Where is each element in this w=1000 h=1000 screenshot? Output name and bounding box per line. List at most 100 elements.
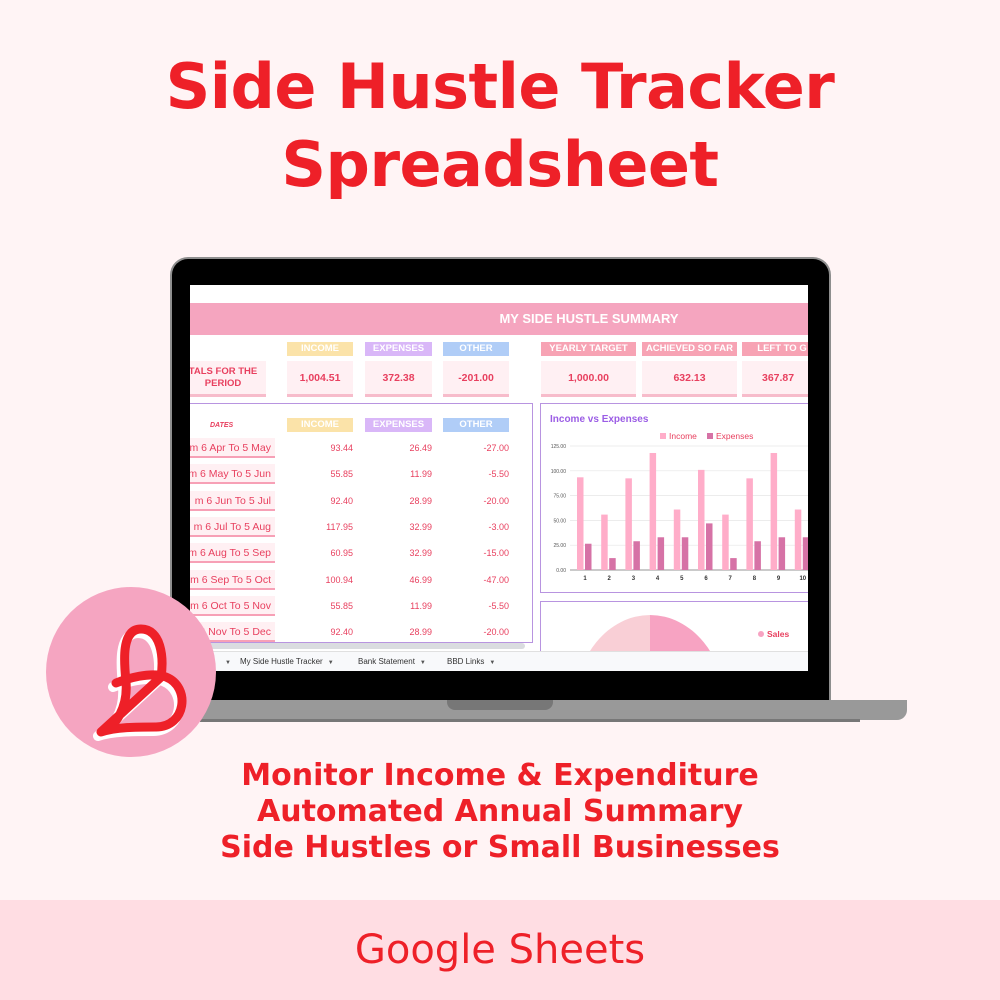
features-list: Monitor Income & Expenditure Automated A… xyxy=(0,758,1000,866)
dropdown-arrow-icon: ▼ xyxy=(489,660,496,666)
dropdown-arrow-icon: ▼ xyxy=(327,660,334,666)
footer-banner: Google Sheets xyxy=(0,900,1000,1000)
y-tick-label: 75.00 xyxy=(553,494,566,500)
x-tick-label: 8 xyxy=(753,576,757,582)
bar-expenses-4 xyxy=(657,537,665,570)
sheet-tab-bank-statement[interactable]: Bank Statement ▼ xyxy=(358,657,426,666)
table-row-other: -3.00 xyxy=(488,521,509,532)
totals-income-value: 1,004.51 xyxy=(287,361,353,397)
left-to-go-header: LEFT TO G xyxy=(742,342,808,356)
y-tick-label: 125.00 xyxy=(551,444,567,450)
bar-income-2 xyxy=(601,514,608,570)
table-row-income: 100.94 xyxy=(325,574,353,585)
x-tick-label: 7 xyxy=(729,576,733,582)
table-row-other: -20.00 xyxy=(483,627,509,638)
table-row-income: 55.85 xyxy=(330,600,353,611)
dropdown-arrow-icon: ▼ xyxy=(419,660,426,666)
bar-expenses-5 xyxy=(681,537,689,570)
pie-legend: Sales xyxy=(758,629,789,639)
bar-expenses-7 xyxy=(730,558,737,570)
income-vs-expenses-chart: 0.00 25.00 50.00 75.00 100.00 125.00 1 2 3 4 5 6 7 8 9… xyxy=(551,444,808,582)
pie-slice-b xyxy=(650,615,712,653)
y-tick-label: 50.00 xyxy=(553,518,566,524)
totals-other-value: -201.00 xyxy=(443,361,509,397)
table-row-income: 117.95 xyxy=(326,521,353,532)
totals-label: TALS FOR THE PERIOD xyxy=(190,361,266,397)
sheet-tab-hidden[interactable]: ▼ xyxy=(220,657,231,666)
pound-sign-icon xyxy=(93,624,187,741)
bar-expenses-10 xyxy=(802,537,808,570)
feature-item: Monitor Income & Expenditure xyxy=(241,758,759,793)
table-other-header: OTHER xyxy=(443,418,509,432)
bar-income-1 xyxy=(577,477,584,570)
table-row-income: 93.44 xyxy=(330,443,353,453)
y-tick-label: 100.00 xyxy=(551,469,567,475)
sheet-tabs-bar: ▼ My Side Hustle Tracker ▼ Bank Statement… xyxy=(190,651,808,671)
bar-expenses-1 xyxy=(585,543,592,570)
y-tick-label: 25.00 xyxy=(553,543,566,549)
table-row-expenses: 46.99 xyxy=(409,574,432,585)
title-line-1: Side Hustle Tracker xyxy=(165,50,835,123)
table-row-other: -47.00 xyxy=(483,574,509,585)
table-row-expenses: 28.99 xyxy=(409,627,432,638)
table-row-other: -5.50 xyxy=(488,469,509,480)
table-row-other: -5.50 xyxy=(488,600,509,611)
x-tick-label: 1 xyxy=(583,576,587,582)
y-tick-label: 0.00 xyxy=(556,568,566,574)
table-row-other: -15.00 xyxy=(483,548,509,559)
table-row-other: -27.00 xyxy=(483,443,509,453)
table-row-income: 60.95 xyxy=(330,548,353,559)
bar-expenses-6 xyxy=(706,523,713,570)
table-expenses-header: EXPENSES xyxy=(365,418,432,432)
x-tick-label: 10 xyxy=(799,576,806,582)
achieved-header: ACHIEVED SO FAR xyxy=(642,342,737,356)
x-tick-label: 6 xyxy=(704,576,708,582)
bar-income-4 xyxy=(649,452,657,570)
title-line-2: Spreadsheet xyxy=(281,128,719,201)
table-row-expenses: 26.49 xyxy=(409,443,432,453)
table-row-date: m 6 Apr To 5 May xyxy=(190,438,275,458)
yearly-target-value: 1,000.00 xyxy=(541,361,636,397)
yearly-target-header: YEARLY TARGET xyxy=(541,342,636,356)
table-row-date: m 6 Jul To 5 Aug xyxy=(190,516,275,537)
table-row-date: m 6 Aug To 5 Sep xyxy=(190,543,275,564)
feature-item: Side Hustles or Small Businesses xyxy=(220,830,780,865)
table-row-other: -20.00 xyxy=(483,495,509,506)
bar-expenses-8 xyxy=(754,541,761,570)
legend-expenses-swatch xyxy=(707,433,713,439)
bar-income-3 xyxy=(625,478,632,570)
dates-label: DATES xyxy=(210,422,234,429)
pie-legend-label: Sales xyxy=(767,629,790,639)
sales-pie-chart xyxy=(588,615,712,653)
achieved-value: 632.13 xyxy=(642,361,737,397)
table-row-expenses: 32.99 xyxy=(409,548,432,559)
x-tick-label: 5 xyxy=(680,576,684,582)
bar-income-7 xyxy=(722,514,729,570)
legend-income-swatch xyxy=(660,433,666,439)
pie-slice-a xyxy=(588,615,650,653)
pie-legend-swatch xyxy=(758,631,764,637)
totals-other-header: OTHER xyxy=(443,342,509,356)
page-title: Side Hustle Tracker Spreadsheet xyxy=(0,48,1000,204)
laptop-notch xyxy=(447,700,553,710)
table-row-income: 55.85 xyxy=(330,469,353,480)
laptop-base-shadow xyxy=(200,719,860,722)
x-tick-label: 4 xyxy=(656,576,660,582)
table-income-header: INCOME xyxy=(287,418,353,432)
horizontal-scrollbar[interactable] xyxy=(190,643,525,649)
totals-income-header: INCOME xyxy=(287,342,353,356)
sheet-tab-bbd-links[interactable]: BBD Links ▼ xyxy=(447,657,495,666)
left-to-go-value: 367.87 xyxy=(742,361,808,397)
table-row-expenses: 32.99 xyxy=(409,521,432,532)
dropdown-arrow-icon: ▼ xyxy=(225,660,231,666)
bar-income-10 xyxy=(794,509,802,570)
sheet-tab-my-side-hustle-tracker[interactable]: My Side Hustle Tracker ▼ xyxy=(240,657,334,666)
bar-income-5 xyxy=(673,509,681,570)
sheet-tab-label: My Side Hustle Tracker xyxy=(240,657,323,666)
spreadsheet-screen: MY SIDE HUSTLE SUMMARY INCOME EXPENSES O… xyxy=(190,285,808,671)
bar-expenses-2 xyxy=(609,558,616,570)
bar-income-6 xyxy=(698,469,705,570)
sheet-tab-label: BBD Links xyxy=(447,657,485,666)
feature-item: Automated Annual Summary xyxy=(257,794,743,829)
bar-expenses-3 xyxy=(633,541,640,570)
